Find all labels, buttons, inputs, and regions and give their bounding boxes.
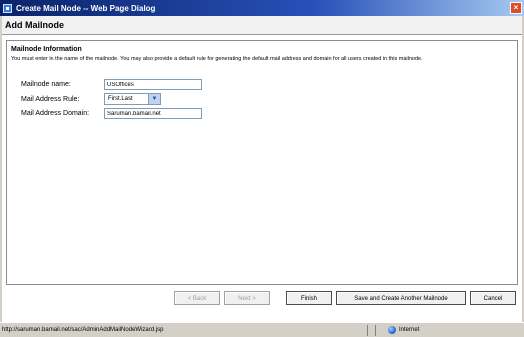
mail-address-rule-select[interactable]: First.Last ▼ [104, 93, 161, 105]
mailnode-name-row: Mailnode name: [21, 79, 202, 90]
chevron-down-icon[interactable]: ▼ [148, 94, 160, 104]
cancel-button[interactable]: Cancel [470, 291, 516, 305]
ie-page-icon [3, 3, 12, 13]
finish-button[interactable]: Finish [286, 291, 332, 305]
page-title: Add Mailnode [2, 16, 522, 35]
mail-address-domain-label: Mail Address Domain: [21, 110, 90, 117]
window-title: Create Mail Node -- Web Page Dialog [16, 3, 156, 13]
mailnode-name-label: Mailnode name: [21, 81, 71, 88]
instructions-text: You must enter in the name of the mailno… [11, 56, 423, 62]
security-zone: Internet [376, 325, 419, 336]
section-title: Mailnode Information [11, 46, 82, 53]
mailnode-info-panel: Mailnode Information You must enter in t… [6, 40, 518, 285]
window-titlebar: Create Mail Node -- Web Page Dialog × [0, 0, 524, 16]
mail-address-rule-row: Mail Address Rule: First.Last ▼ [21, 93, 161, 105]
zone-label: Internet [399, 327, 420, 333]
mail-address-domain-row: Mail Address Domain: [21, 108, 202, 119]
button-bar: < Back Next > Finish Save and Create Ano… [2, 286, 522, 308]
save-and-create-another-button[interactable]: Save and Create Another Mailnode [336, 291, 466, 305]
next-button[interactable]: Next > [224, 291, 270, 305]
mailnode-name-input[interactable] [104, 79, 202, 90]
status-url: http://saruman.bamail.net/sac/AdminAddMa… [0, 324, 368, 336]
status-cell [368, 324, 376, 336]
dialog-body: Add Mailnode Mailnode Information You mu… [0, 16, 524, 322]
back-button[interactable]: < Back [174, 291, 220, 305]
mail-address-rule-value: First.Last [108, 96, 133, 102]
mail-address-rule-label: Mail Address Rule: [21, 95, 80, 103]
status-bar: http://saruman.bamail.net/sac/AdminAddMa… [0, 322, 524, 337]
globe-icon [388, 326, 396, 334]
mail-address-domain-input[interactable] [104, 108, 202, 119]
close-icon[interactable]: × [510, 2, 522, 14]
